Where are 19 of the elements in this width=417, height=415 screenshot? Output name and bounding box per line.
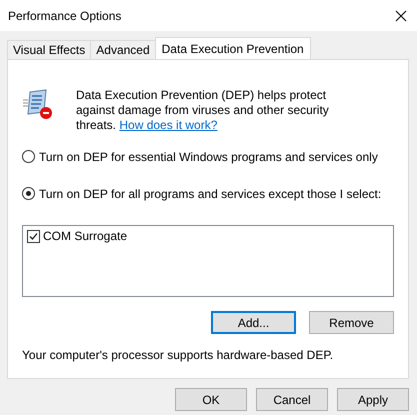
cancel-button[interactable]: Cancel (256, 388, 328, 411)
checkbox[interactable] (27, 230, 40, 242)
window-title: Performance Options (8, 8, 122, 22)
radio-label[interactable]: Turn on DEP for essential Windows programs and services only (39, 150, 378, 164)
add-button[interactable]: Add... (211, 311, 296, 334)
tab[interactable]: Visual Effects (7, 40, 92, 59)
radio-button[interactable] (22, 150, 35, 163)
apply-button[interactable]: Apply (337, 388, 409, 411)
exceptions-list[interactable]: COM Surrogate (22, 225, 394, 297)
radio-label[interactable]: Turn on DEP for all programs and services except those I select: (39, 186, 382, 200)
ok-button[interactable]: OK (175, 388, 247, 411)
help-link[interactable]: How does it work? (119, 118, 218, 132)
radio-button[interactable] (22, 187, 35, 200)
close-icon[interactable] (395, 10, 407, 22)
tab[interactable]: Data Execution Prevention (154, 37, 311, 59)
list-item[interactable]: COM Surrogate (43, 229, 128, 243)
description-text: Data Execution Prevention (DEP) helps protect against damage from viruses and other security threats. How does it work? (76, 88, 330, 133)
remove-button[interactable]: Remove (309, 311, 394, 334)
status-text: Your computer's processor supports hardware-based DEP. (22, 348, 334, 362)
